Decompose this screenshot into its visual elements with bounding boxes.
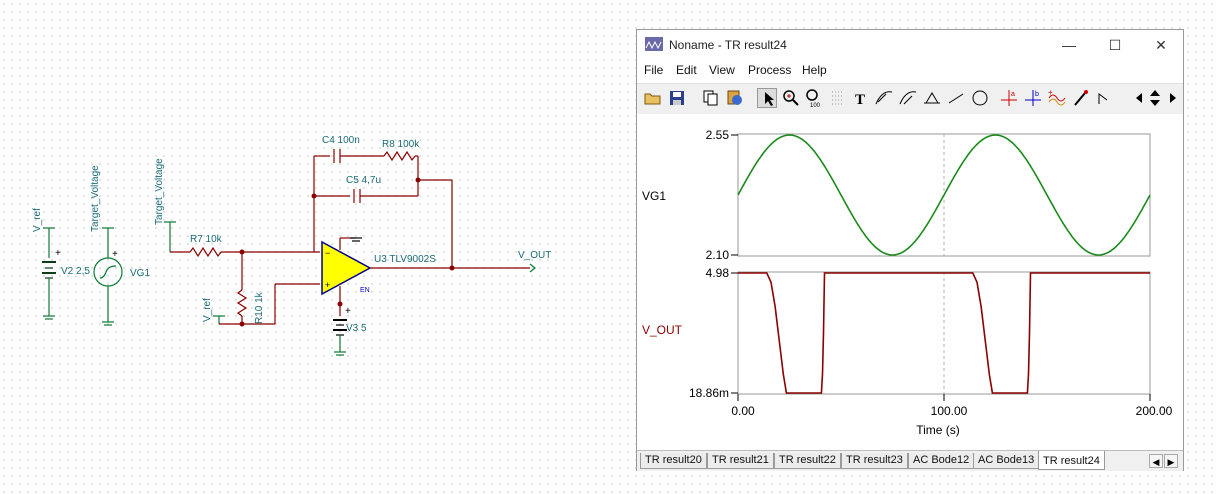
toolbar: 100 T a b +	[637, 83, 1183, 115]
menu-bar: File Edit View Process Help	[637, 60, 1183, 80]
tab-ac-bode13[interactable]: AC Bode13	[973, 453, 1040, 469]
tab-scroll-left-icon[interactable]: ◀	[1149, 454, 1163, 468]
c4-capacitor[interactable]: C4 100n	[322, 135, 360, 163]
vg1-signal-source[interactable]: Target_Voltage + VG1	[90, 165, 150, 326]
svg-text:T: T	[855, 92, 865, 108]
cursor-red-icon[interactable]: a	[999, 88, 1019, 108]
r8-resistor[interactable]: R8 100k	[382, 139, 420, 162]
result-tabs: TR result20 TR result21 TR result22 TR r…	[637, 450, 1183, 471]
vg1-series-label: VG1	[642, 189, 666, 203]
arrow-updown-icon[interactable]	[1145, 88, 1161, 108]
cursor-a-icon[interactable]	[874, 88, 894, 108]
arrow-left-icon[interactable]	[1129, 88, 1143, 108]
menu-view[interactable]: View	[709, 63, 735, 77]
v-ref-label-mid: V_ref	[202, 298, 213, 322]
target-voltage-label-left: Target_Voltage	[90, 165, 101, 232]
v-ref-label-left: V_ref	[32, 208, 43, 232]
paste-icon[interactable]	[725, 88, 745, 108]
app-icon	[645, 37, 663, 51]
minimize-button[interactable]: —	[1047, 32, 1091, 58]
title-bar[interactable]: Noname - TR result24 — ☐ ✕	[637, 30, 1183, 60]
measure-icon[interactable]	[922, 88, 942, 108]
c4-label: C4 100n	[322, 135, 360, 146]
menu-edit[interactable]: Edit	[676, 63, 697, 77]
v3-voltage-source[interactable]: + V3 5	[333, 306, 367, 336]
c5-capacitor[interactable]: C5 4,7u	[346, 175, 381, 203]
r7-label: R7 10k	[190, 234, 223, 245]
waveform-chart[interactable]: 2.55 2.10 4.98 18.86m VG1 V_OUT 0.00 100…	[637, 114, 1183, 446]
schematic-canvas[interactable]: V_ref + V2 2,5 Target_Voltage + VG1 Targ…	[0, 0, 630, 494]
tab-tr-result21[interactable]: TR result21	[707, 453, 774, 469]
r8-label: R8 100k	[382, 139, 420, 150]
waveform-icon[interactable]: +	[1047, 88, 1067, 108]
xtick-0: 0.00	[731, 404, 755, 418]
open-icon[interactable]	[643, 88, 663, 108]
v3-label: V3 5	[346, 323, 367, 334]
marker-icon[interactable]	[1095, 88, 1115, 108]
r10-label: R10 1k	[254, 291, 265, 324]
svg-text:b: b	[1035, 91, 1039, 98]
svg-text:100: 100	[810, 103, 821, 108]
en-label: EN	[360, 287, 370, 294]
plot-area[interactable]: 2.55 2.10 4.98 18.86m VG1 V_OUT 0.00 100…	[637, 114, 1183, 446]
vout-ytick-min: 18.86m	[689, 386, 729, 400]
menu-process[interactable]: Process	[748, 63, 791, 77]
target-voltage-label-mid: Target_Voltage	[154, 158, 165, 225]
c5-label: C5 4,7u	[346, 175, 381, 186]
tab-tr-result20[interactable]: TR result20	[640, 453, 707, 469]
svg-text:+: +	[345, 306, 351, 317]
text-icon[interactable]: T	[851, 88, 871, 108]
line-icon[interactable]	[946, 88, 966, 108]
close-button[interactable]: ✕	[1139, 32, 1183, 58]
result-window[interactable]: Noname - TR result24 — ☐ ✕ File Edit Vie…	[636, 29, 1184, 471]
pointer-icon[interactable]	[757, 88, 777, 108]
save-icon[interactable]	[667, 88, 687, 108]
v2-voltage-source[interactable]: V_ref + V2 2,5	[32, 208, 90, 320]
cursor-blue-icon[interactable]: b	[1023, 88, 1043, 108]
svg-text:+: +	[325, 280, 330, 290]
probe-icon[interactable]	[1071, 88, 1091, 108]
cursor-b-icon[interactable]	[898, 88, 918, 108]
v2-label: V2 2,5	[61, 266, 90, 277]
circle-icon[interactable]	[970, 88, 990, 108]
svg-text:−: −	[325, 248, 330, 258]
grid-icon[interactable]	[828, 88, 848, 108]
tab-ac-bode12[interactable]: AC Bode12	[908, 453, 975, 469]
zoom-in-icon[interactable]	[781, 88, 801, 108]
xtick-100: 100.00	[931, 404, 968, 418]
menu-help[interactable]: Help	[802, 63, 827, 77]
svg-text:+: +	[55, 248, 61, 259]
tab-scroll-right-icon[interactable]: ▶	[1164, 454, 1178, 468]
tab-tr-result23[interactable]: TR result23	[841, 453, 908, 469]
r7-resistor[interactable]: R7 10k	[189, 234, 223, 258]
zoom-100-icon[interactable]: 100	[804, 88, 824, 109]
tab-tr-result22[interactable]: TR result22	[774, 453, 841, 469]
u3-label: U3 TLV9002S	[374, 254, 436, 265]
tab-tr-result24[interactable]: TR result24	[1038, 451, 1105, 470]
v-out-label: V_OUT	[518, 250, 551, 261]
svg-text:a: a	[1011, 91, 1015, 98]
x-axis-label: Time (s)	[916, 423, 960, 437]
window-title: Noname - TR result24	[669, 38, 787, 52]
svg-text:+: +	[1048, 88, 1053, 97]
vout-series-label: V_OUT	[642, 323, 683, 337]
xtick-200: 200.00	[1136, 404, 1173, 418]
arrow-right-icon[interactable]	[1163, 88, 1177, 108]
menu-file[interactable]: File	[644, 63, 663, 77]
vg1-label: VG1	[130, 268, 150, 279]
vg1-ytick-max: 2.55	[706, 128, 730, 142]
vg1-ytick-min: 2.10	[706, 248, 730, 262]
copy-icon[interactable]	[701, 88, 721, 108]
vout-ytick-max: 4.98	[706, 266, 730, 280]
maximize-button[interactable]: ☐	[1093, 32, 1137, 58]
svg-text:+: +	[112, 249, 118, 260]
